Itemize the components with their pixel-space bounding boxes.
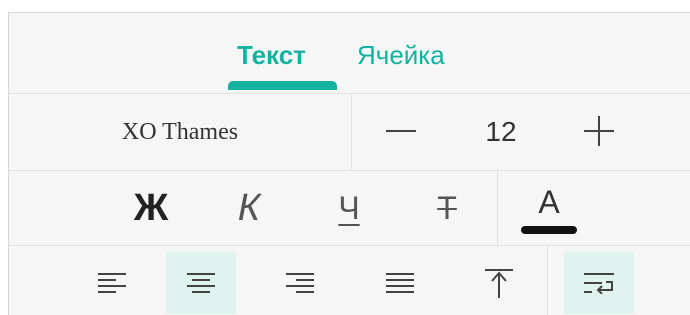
italic-button[interactable]: К bbox=[217, 175, 281, 241]
align-right-icon bbox=[286, 273, 314, 293]
underline-button[interactable]: Ч bbox=[317, 175, 381, 241]
tab-cell[interactable]: Ячейка bbox=[357, 39, 445, 71]
active-tab-indicator bbox=[228, 81, 337, 90]
style-row: Ж К Ч Т А bbox=[9, 171, 690, 245]
format-panel: Текст Ячейка XO Thames 12 Ж К Ч Т А bbox=[8, 12, 690, 315]
divider bbox=[547, 246, 548, 315]
align-justify-icon bbox=[386, 273, 414, 293]
wrap-text-icon bbox=[584, 273, 614, 294]
underline-icon: Ч bbox=[338, 189, 360, 226]
font-name-selector[interactable]: XO Thames bbox=[9, 94, 351, 170]
plus-icon bbox=[584, 116, 614, 146]
font-size-value: 12 bbox=[485, 116, 517, 147]
font-row: XO Thames 12 bbox=[9, 94, 690, 170]
bold-icon: Ж bbox=[133, 186, 169, 229]
text-color-icon: А bbox=[538, 183, 560, 220]
bold-button[interactable]: Ж bbox=[119, 175, 183, 241]
alignment-row bbox=[9, 246, 690, 315]
strikethrough-button[interactable]: Т bbox=[415, 175, 479, 241]
align-right-button[interactable] bbox=[265, 252, 335, 314]
align-top-button[interactable] bbox=[464, 252, 534, 314]
divider bbox=[497, 171, 498, 245]
align-left-button[interactable] bbox=[77, 252, 147, 314]
tab-bar: Текст Ячейка bbox=[9, 13, 690, 93]
tab-text[interactable]: Текст bbox=[237, 39, 306, 71]
decrease-font-size-button[interactable] bbox=[371, 106, 431, 156]
divider bbox=[351, 94, 352, 170]
minus-icon bbox=[386, 130, 416, 132]
strikethrough-icon: Т bbox=[437, 189, 457, 226]
wrap-text-button[interactable] bbox=[564, 252, 634, 314]
align-center-icon bbox=[187, 273, 215, 293]
align-justify-button[interactable] bbox=[365, 252, 435, 314]
align-left-icon bbox=[98, 273, 126, 293]
increase-font-size-button[interactable] bbox=[569, 106, 629, 156]
text-color-swatch bbox=[521, 226, 577, 234]
align-center-button[interactable] bbox=[166, 252, 236, 314]
align-top-icon bbox=[485, 269, 513, 298]
italic-icon: К bbox=[237, 186, 261, 229]
